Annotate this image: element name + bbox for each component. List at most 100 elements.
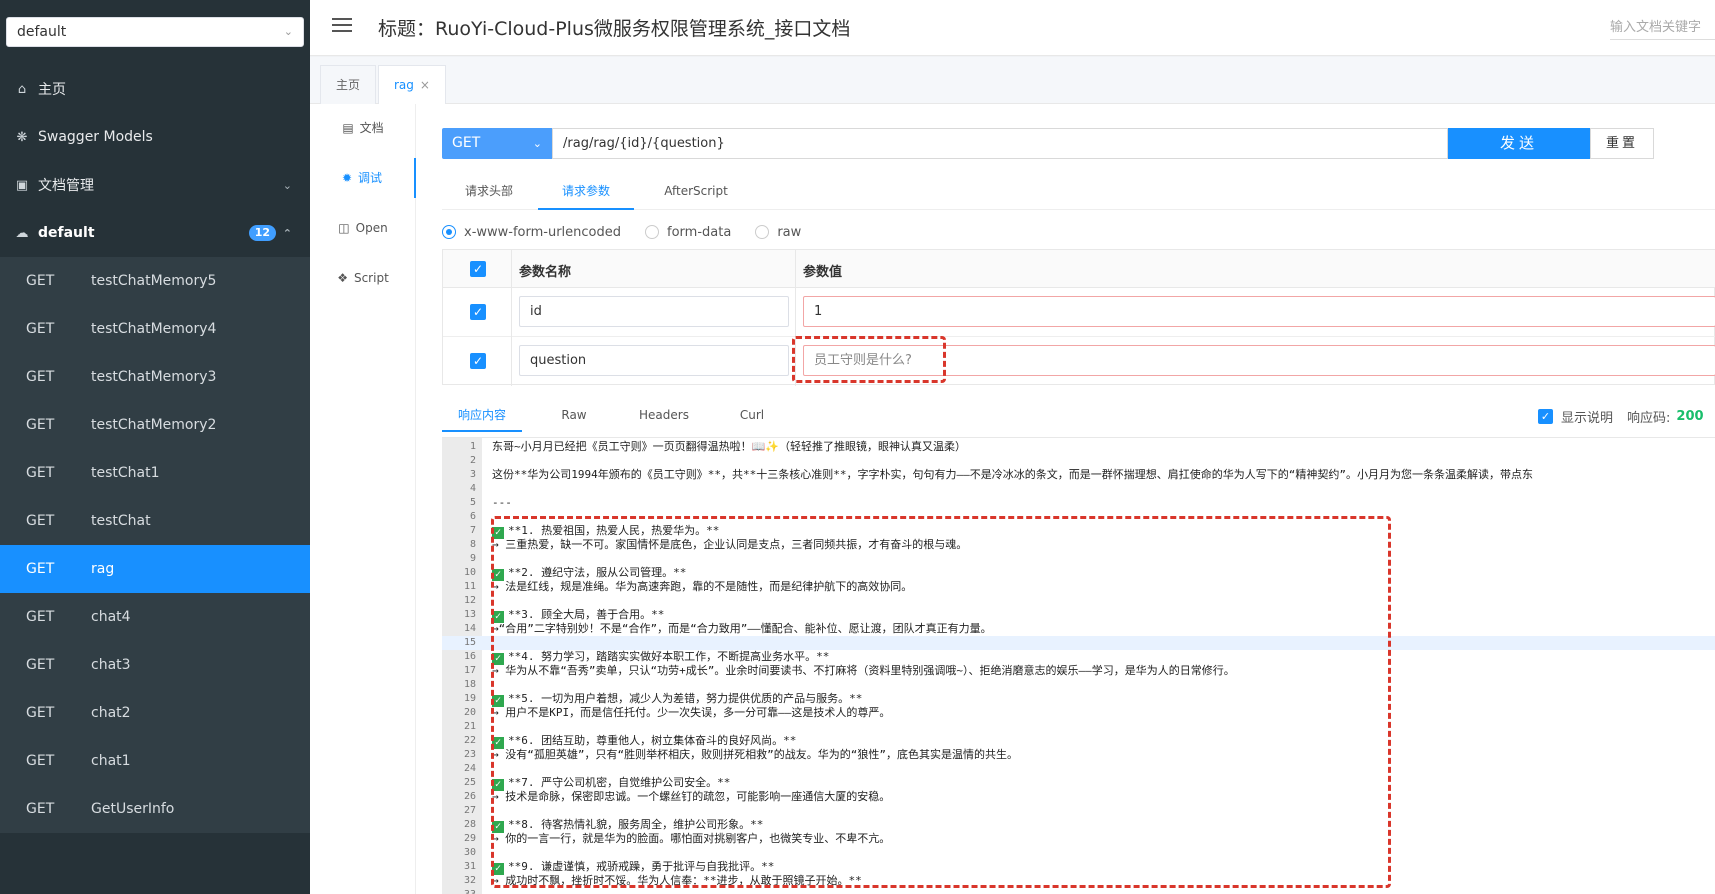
- vertical-tabs: ▤ 文档 ✹ 调试 ◫ Open ❖ Script: [310, 104, 416, 894]
- api-method: GET: [26, 321, 55, 337]
- api-name: testChatMemory5: [91, 273, 217, 289]
- nav-group-default[interactable]: ☁ default 12 ⌃: [0, 209, 310, 257]
- api-item[interactable]: GET testChatMemory5: [0, 257, 310, 305]
- api-item[interactable]: GET chat2: [0, 689, 310, 737]
- row-checkbox[interactable]: ✓: [470, 304, 486, 320]
- close-icon[interactable]: ×: [420, 78, 430, 92]
- code-line: 5 ---: [442, 496, 1715, 510]
- api-item[interactable]: GET testChatMemory2: [0, 401, 310, 449]
- nav-home-label: 主页: [38, 82, 66, 98]
- param-value-header: 参数值: [803, 265, 843, 280]
- tab-bar: 主页 rag ×: [310, 57, 1715, 104]
- line-number: 18: [463, 679, 476, 690]
- code-line: 2: [442, 454, 1715, 468]
- api-method: GET: [26, 801, 55, 817]
- show-desc-label: 显示说明: [1561, 411, 1614, 426]
- line-number: 23: [463, 749, 476, 760]
- rtab-curl[interactable]: Curl: [722, 402, 782, 432]
- radio-urlencoded-label: x-www-form-urlencoded: [464, 224, 622, 240]
- row-checkbox[interactable]: ✓: [470, 353, 486, 369]
- api-method: GET: [26, 561, 55, 577]
- api-count-badge: 12: [248, 225, 276, 241]
- body-type-radios: x-www-form-urlencoded form-data raw: [442, 222, 825, 242]
- group-select[interactable]: default ⌄: [6, 17, 304, 47]
- code-line: 3 这份**华为公司1994年颁布的《员工守则》**，共**十三条核心准则**，字…: [442, 468, 1715, 482]
- api-name: testChatMemory3: [91, 369, 217, 385]
- line-number: 22: [463, 735, 476, 746]
- response-code-label: 响应码:: [1627, 411, 1671, 426]
- nav-doc-management[interactable]: ▣ 文档管理 ⌄: [0, 161, 310, 209]
- api-item[interactable]: GET testChat1: [0, 449, 310, 497]
- menu-toggle-icon[interactable]: [332, 18, 352, 36]
- rtab-content[interactable]: 响应内容: [442, 402, 522, 432]
- line-number: 24: [463, 763, 476, 774]
- tab-rag[interactable]: rag ×: [378, 65, 446, 104]
- line-number: 4: [469, 483, 476, 494]
- vtab-script-label: Script: [353, 271, 389, 285]
- api-name: testChat1: [91, 465, 160, 481]
- rtab-raw[interactable]: Raw: [542, 402, 606, 432]
- line-number: 16: [463, 651, 476, 662]
- radio-form-data[interactable]: [645, 225, 660, 239]
- api-name: GetUserInfo: [91, 801, 175, 817]
- param-name-input[interactable]: id: [519, 296, 789, 327]
- line-number: 10: [463, 567, 476, 578]
- api-item[interactable]: GET chat4: [0, 593, 310, 641]
- tab-home-label: 主页: [336, 78, 361, 92]
- api-method: GET: [26, 369, 55, 385]
- api-item[interactable]: GET testChatMemory3: [0, 353, 310, 401]
- nav-home[interactable]: ⌂ 主页: [0, 65, 310, 113]
- nav-swagger-models[interactable]: ❋ Swagger Models: [0, 113, 310, 161]
- nav-doc-management-label: 文档管理: [38, 178, 94, 194]
- api-name: rag: [91, 561, 115, 577]
- line-number: 15: [463, 637, 476, 648]
- sidebar: default ⌄ ⌂ 主页 ❋ Swagger Models ▣ 文档管理 ⌄…: [0, 0, 310, 894]
- bug-icon: ✹: [341, 171, 353, 185]
- api-item[interactable]: GET GetUserInfo: [0, 785, 310, 833]
- doc-search-input[interactable]: 输入文档关键字: [1610, 16, 1715, 40]
- radio-raw-label: raw: [777, 224, 802, 240]
- subtab-params[interactable]: 请求参数: [538, 172, 634, 210]
- subtab-afterscript[interactable]: AfterScript: [646, 172, 746, 210]
- vtab-debug[interactable]: ✹ 调试: [310, 158, 416, 198]
- line-number: 30: [463, 847, 476, 858]
- code-line: 4: [442, 482, 1715, 496]
- api-item[interactable]: GET chat3: [0, 641, 310, 689]
- method-select[interactable]: GET ⌄: [442, 128, 552, 159]
- line-number: 5: [469, 497, 476, 508]
- tab-home[interactable]: 主页: [320, 65, 377, 104]
- radio-raw[interactable]: [755, 225, 770, 239]
- radio-urlencoded[interactable]: [442, 225, 456, 239]
- api-item-active[interactable]: GET rag: [0, 545, 310, 593]
- api-item[interactable]: GET chat1: [0, 737, 310, 785]
- show-desc-checkbox[interactable]: ✓: [1538, 409, 1553, 424]
- vtab-script[interactable]: ❖ Script: [310, 258, 416, 298]
- api-item[interactable]: GET testChatMemory4: [0, 305, 310, 353]
- line-number: 20: [463, 707, 476, 718]
- response-code: 200: [1676, 409, 1704, 424]
- api-method: GET: [26, 705, 55, 721]
- select-all-checkbox[interactable]: ✓: [470, 261, 486, 277]
- line-number: 21: [463, 721, 476, 732]
- param-value-input[interactable]: 1: [803, 296, 1715, 327]
- api-list: GET testChatMemory5 GET testChatMemory4 GE…: [0, 257, 310, 833]
- send-button[interactable]: 发送: [1448, 128, 1590, 159]
- line-number: 17: [463, 665, 476, 676]
- url-input[interactable]: /rag/rag/{id}/{question}: [552, 128, 1448, 159]
- line-number: 31: [463, 861, 476, 872]
- rtab-headers[interactable]: Headers: [622, 402, 706, 432]
- reset-button[interactable]: 重置: [1590, 128, 1654, 159]
- page-title: 标题：RuoYi-Cloud-Plus微服务权限管理系统_接口文档: [378, 18, 851, 40]
- subtab-headers[interactable]: 请求头部: [442, 172, 536, 210]
- tab-rag-label: rag: [394, 78, 414, 92]
- api-method: GET: [26, 609, 55, 625]
- vtab-doc[interactable]: ▤ 文档: [310, 108, 416, 148]
- vtab-open[interactable]: ◫ Open: [310, 208, 416, 248]
- vtab-doc-label: 文档: [359, 121, 384, 135]
- line-number: 19: [463, 693, 476, 704]
- line-text: ---: [492, 496, 512, 509]
- home-icon: ⌂: [17, 81, 27, 97]
- param-name-input[interactable]: question: [519, 345, 789, 376]
- api-name: chat1: [91, 753, 131, 769]
- api-item[interactable]: GET testChat: [0, 497, 310, 545]
